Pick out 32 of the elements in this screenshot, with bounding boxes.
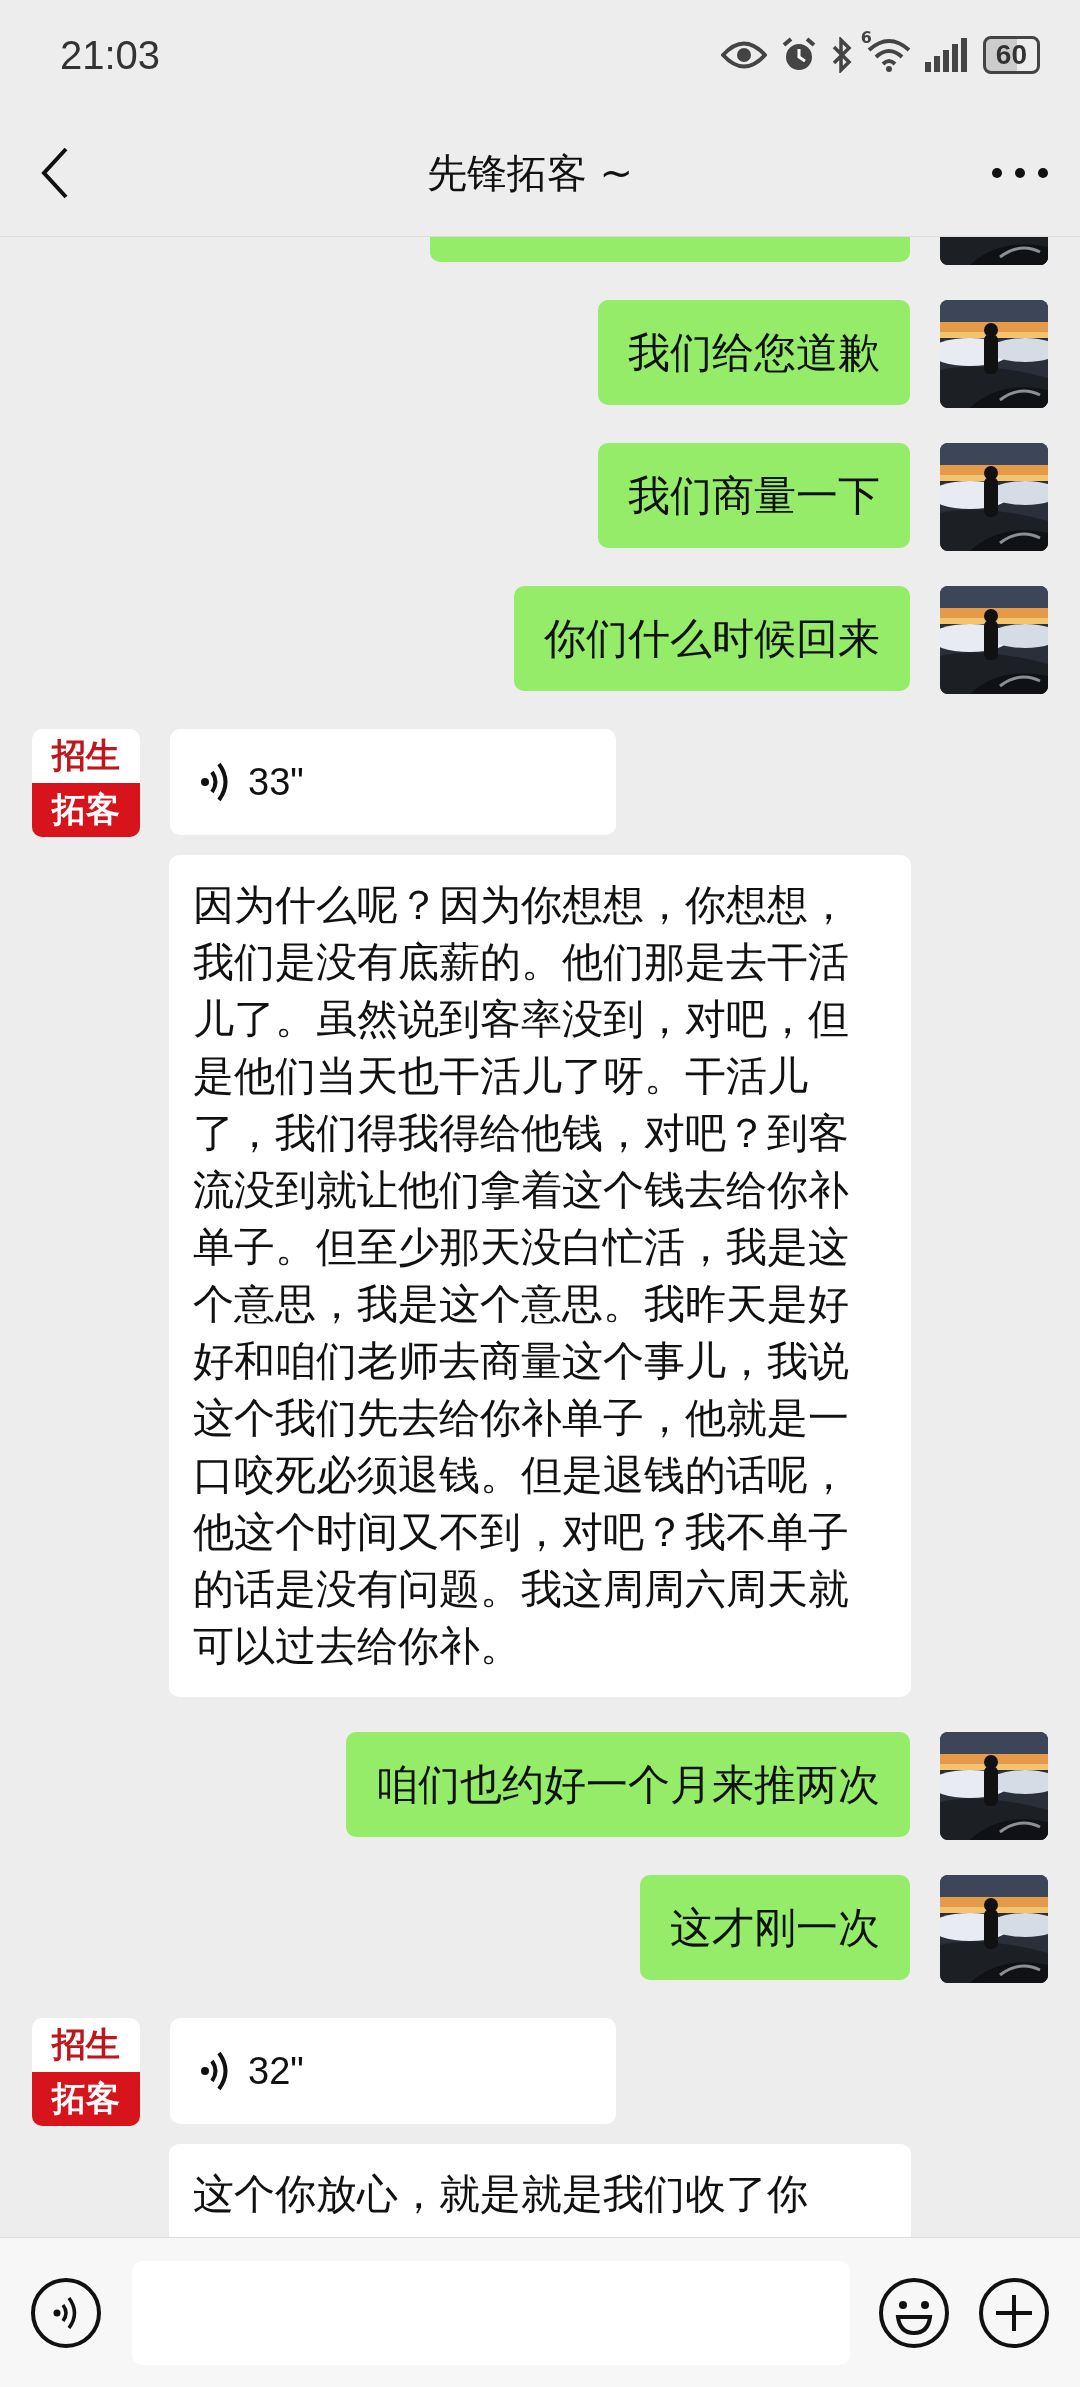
message-bubble[interactable]: 我们给您道歉 <box>598 300 910 405</box>
voice-message[interactable]: 32" <box>170 2018 616 2124</box>
signal-icon <box>924 38 969 72</box>
avatar-text: 拓客 <box>32 783 140 837</box>
battery-indicator: 60 <box>982 36 1040 74</box>
voice-icon <box>200 760 230 804</box>
message-bubble[interactable]: 我们商量一下 <box>598 443 910 548</box>
voice-duration: 32" <box>248 2049 304 2093</box>
clock: 21:03 <box>60 32 161 78</box>
bluetooth-icon <box>830 37 853 73</box>
chat-title: 先锋拓客 ~ <box>426 148 634 198</box>
voice-input-button[interactable] <box>30 2276 102 2349</box>
transcript-bubble: 因为什么呢？因为你想想，你想想，我们是没有底薪的。他们那是去干活儿了。虽然说到客率没到，对吧，但是他们当天也干活儿了呀。干活儿了，我们得我得给他钱，对吧？到客流没到就让他们拿着这个钱去给你补单子。但至少那天没白忙活，我是这个意思，我是这个意思。我昨天是好好和咱们老师去商量这个事儿，我说这个我们先去给你补单子，他就是一口咬死必须退钱。但是退钱的话呢，他这个时间又不到，对吧？我不单子的话是没有问题。我这周周六周天就可以过去给你补。 <box>169 855 911 1697</box>
avatar-text: 拓客 <box>32 2072 140 2126</box>
back-button[interactable] <box>40 147 70 199</box>
avatar-text: 招生 <box>32 2018 140 2072</box>
voice-duration: 33" <box>248 760 304 804</box>
transcript-bubble: 这个你放心，就是就是我们收了你 <box>169 2144 911 2237</box>
more-button[interactable] <box>990 166 1050 180</box>
alarm-icon <box>780 37 817 73</box>
contact-avatar[interactable]: 招生 拓客 <box>32 2018 140 2126</box>
message-bubble[interactable]: 这才刚一次 <box>640 1875 910 1980</box>
avatar-text: 招生 <box>32 729 140 783</box>
emoji-button[interactable] <box>878 2276 950 2349</box>
message-bubble[interactable]: 咱们也约好一个月来推两次 <box>346 1732 910 1837</box>
add-button[interactable] <box>978 2276 1050 2349</box>
network-label: 6 <box>860 28 872 47</box>
message-bubble[interactable]: 你们什么时候回来 <box>514 586 910 691</box>
voice-message[interactable]: 33" <box>170 729 616 835</box>
contact-avatar[interactable]: 招生 拓客 <box>32 729 140 837</box>
voice-icon <box>200 2049 230 2093</box>
eye-icon <box>720 40 767 70</box>
